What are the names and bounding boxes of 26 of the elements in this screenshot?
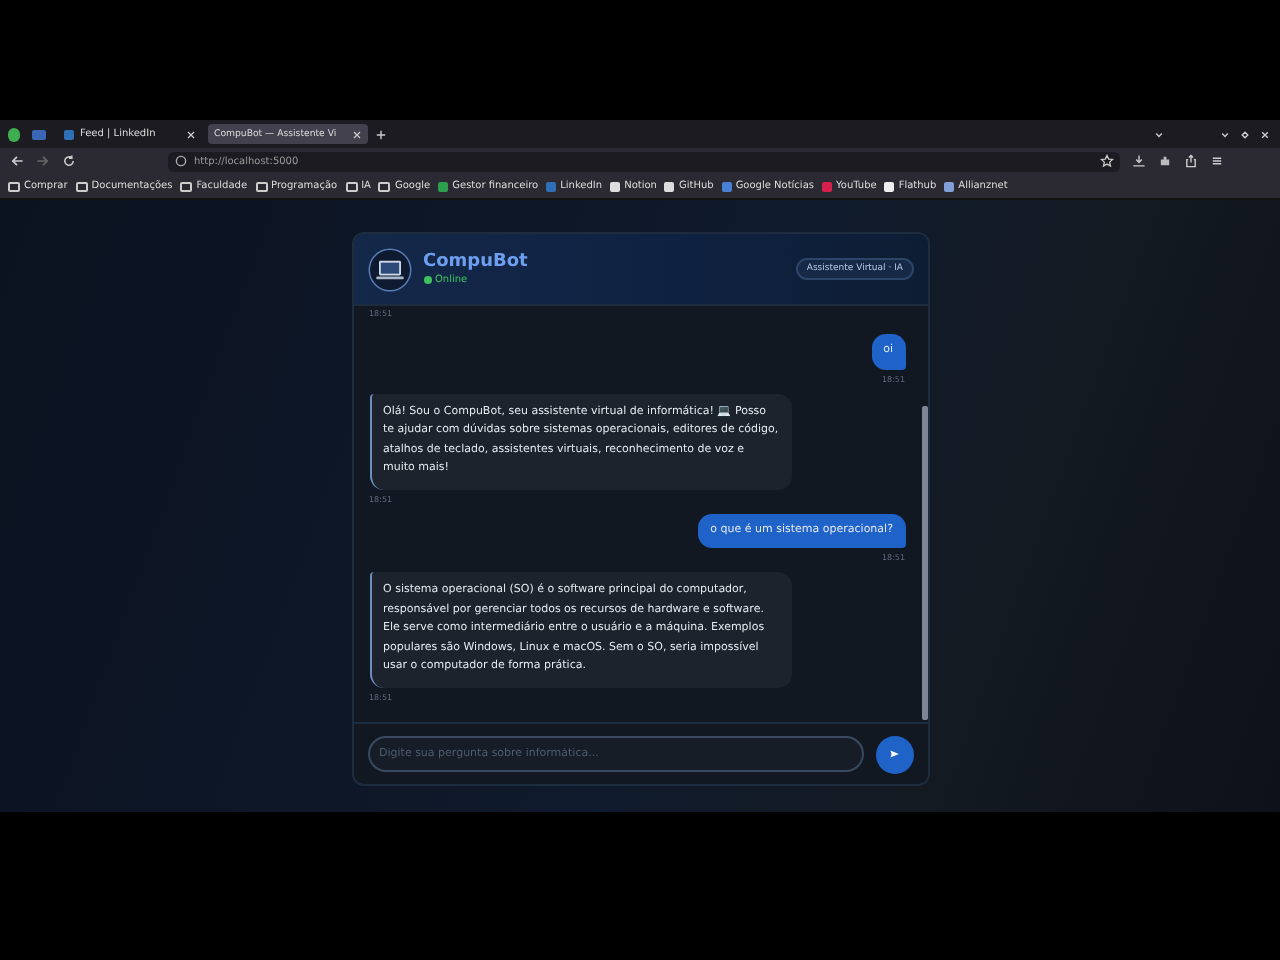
share-icon[interactable]	[1184, 154, 1198, 168]
new-tab-icon[interactable]	[374, 127, 388, 141]
bookmark-star-icon[interactable]	[1100, 154, 1114, 168]
folder-icon	[8, 181, 20, 191]
folder-icon	[345, 181, 358, 191]
reload-icon[interactable]	[62, 154, 76, 168]
menu-icon[interactable]	[1210, 154, 1224, 168]
chevron-down-icon[interactable]	[1152, 127, 1166, 141]
online-status-dot	[423, 276, 431, 284]
folder-icon	[180, 181, 193, 191]
maximize-icon[interactable]	[1238, 127, 1252, 141]
folder-icon	[75, 181, 88, 191]
folder-icon	[378, 181, 391, 191]
page-info-icon[interactable]	[174, 154, 188, 168]
close-icon[interactable]	[186, 129, 196, 139]
back-icon[interactable]	[10, 154, 24, 168]
send-button[interactable]	[875, 735, 913, 773]
forward-icon[interactable]	[36, 154, 50, 168]
close-icon[interactable]	[352, 129, 362, 139]
favicon-icon	[64, 129, 74, 139]
close-icon[interactable]	[1258, 127, 1272, 141]
folder-icon	[255, 181, 268, 191]
bot-name: CompuBot	[423, 252, 528, 272]
laptop-icon	[367, 247, 411, 291]
send-icon	[888, 748, 900, 760]
download-icon[interactable]	[1132, 154, 1146, 168]
